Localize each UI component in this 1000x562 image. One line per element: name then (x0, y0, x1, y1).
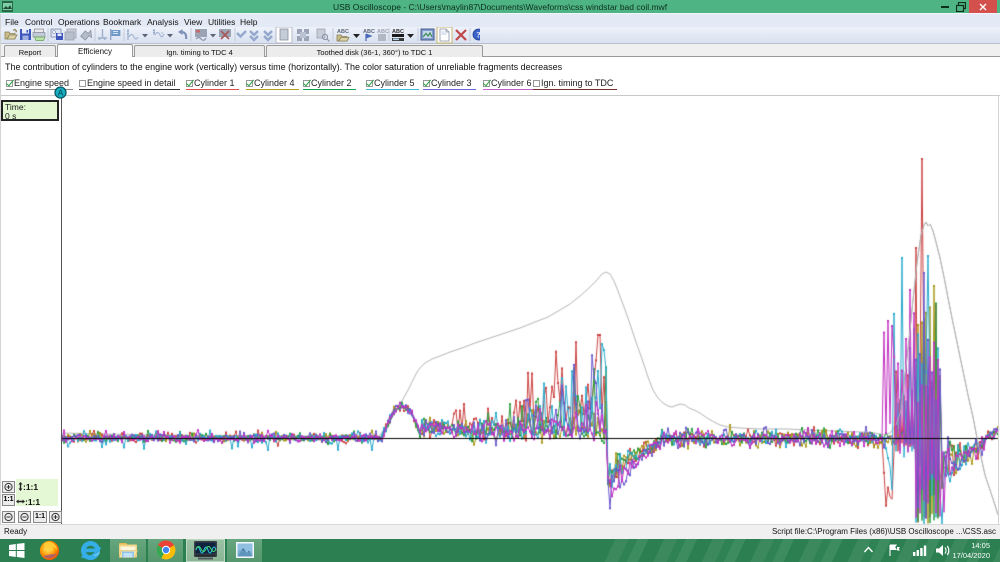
svg-text:ABC: ABC (363, 29, 375, 35)
svg-text:A: A (58, 89, 64, 98)
svg-text:?: ? (476, 30, 480, 40)
svg-text:ABC: ABC (337, 29, 349, 35)
